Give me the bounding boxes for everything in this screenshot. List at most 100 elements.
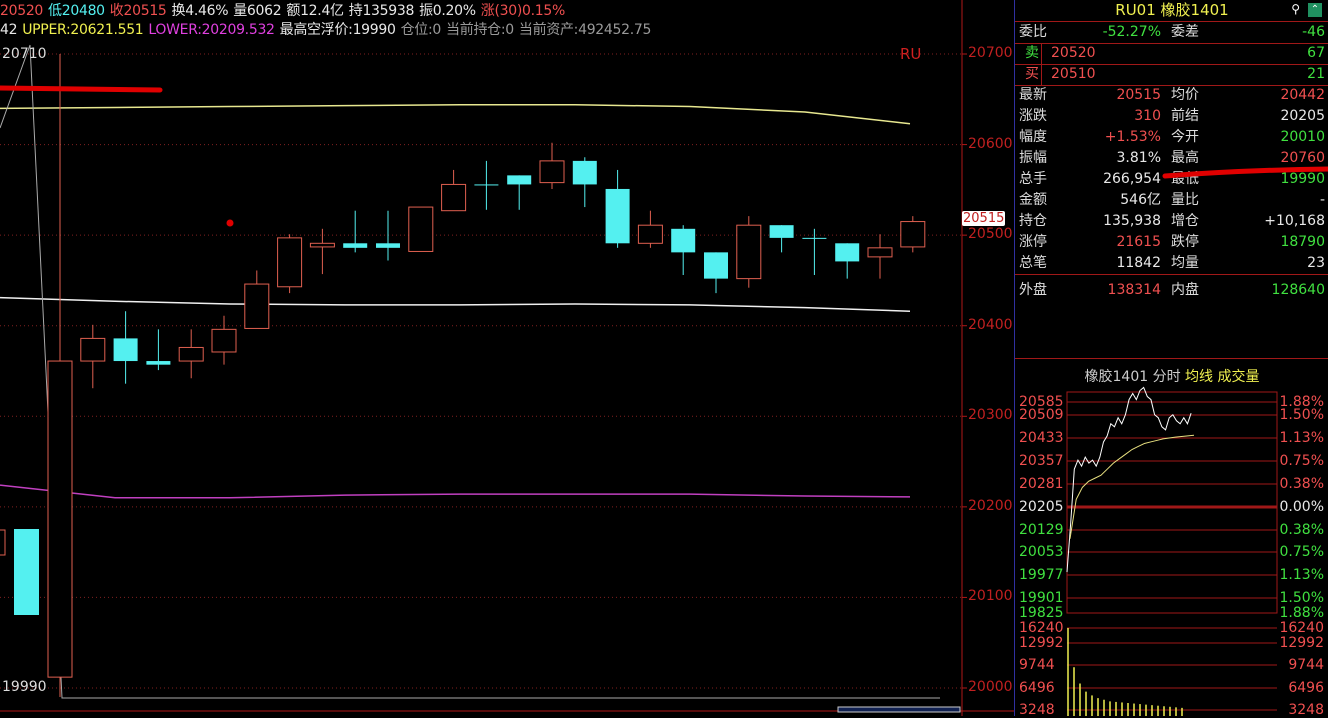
header-field: 42 bbox=[0, 22, 18, 38]
collapse-icon[interactable]: ⌃ bbox=[1308, 3, 1322, 17]
price-label: 20433 bbox=[1019, 430, 1064, 446]
pct-label: 1.13% bbox=[1279, 567, 1324, 583]
quote-label: 委比 bbox=[1019, 24, 1047, 40]
last-price-tag: 20515 bbox=[962, 211, 1006, 226]
header-line-2: 42 UPPER:20621.551 LOWER:20209.532 最高空浮价:19… bbox=[0, 19, 656, 39]
volume-label: 3248 bbox=[1288, 702, 1324, 718]
intraday-title: 橡胶1401 分时 均线 成交量 bbox=[1015, 366, 1328, 386]
quote-label: 总手 bbox=[1019, 171, 1047, 187]
quote-row: 金额 546亿 量比 - bbox=[1015, 190, 1328, 211]
volume-label: 6496 bbox=[1019, 680, 1055, 696]
candle bbox=[637, 210, 663, 248]
quote-value: +10,168 bbox=[1264, 213, 1325, 229]
quote-value: 20760 bbox=[1280, 150, 1325, 166]
candle-body bbox=[309, 242, 335, 248]
quote-value: +1.53% bbox=[1104, 129, 1161, 145]
y-tick-label: 20200 bbox=[968, 497, 1013, 514]
candle-body bbox=[507, 175, 532, 185]
candle bbox=[343, 210, 368, 253]
quote-row: 委比 -52.27% 委差 -46 bbox=[1015, 22, 1328, 43]
candle bbox=[769, 225, 794, 253]
signal-dot bbox=[226, 219, 234, 227]
candle-body bbox=[343, 243, 368, 248]
candle-body bbox=[539, 160, 565, 184]
quote-label: 前结 bbox=[1171, 108, 1199, 124]
price-label: 20357 bbox=[1019, 453, 1064, 469]
candle-body bbox=[113, 338, 138, 362]
quote-value: 20010 bbox=[1280, 129, 1325, 145]
header-field: 当前持仓:0 bbox=[446, 22, 514, 38]
quote-value: 20510 bbox=[1051, 66, 1096, 82]
quote-value: 23 bbox=[1307, 255, 1325, 271]
scrollbar[interactable] bbox=[837, 706, 961, 713]
pct-label: 1.50% bbox=[1279, 407, 1324, 423]
candle-body bbox=[146, 361, 171, 365]
price-label: 20205 bbox=[1019, 499, 1064, 515]
divider bbox=[1015, 43, 1328, 44]
candle bbox=[178, 329, 204, 379]
price-frame bbox=[1066, 391, 1278, 614]
header-field: 换4.46% bbox=[171, 3, 229, 19]
header-line-1: 20520 低20480 收20515 换4.46% 量6062 额12.4亿 持13593… bbox=[0, 0, 570, 20]
quote-label: 持仓 bbox=[1019, 213, 1047, 229]
candle bbox=[277, 234, 303, 294]
divider bbox=[1015, 85, 1328, 86]
candle bbox=[309, 228, 335, 275]
volume-label: 6496 bbox=[1288, 680, 1324, 696]
volume-label: 12992 bbox=[1019, 635, 1064, 651]
volume-label: 9744 bbox=[1019, 657, 1055, 673]
quote-value: 20520 bbox=[1051, 45, 1096, 61]
candle bbox=[900, 216, 926, 253]
price-label: 20509 bbox=[1019, 407, 1064, 423]
quote-label: 今开 bbox=[1171, 129, 1199, 145]
candle-body bbox=[835, 243, 860, 262]
kline-chart[interactable] bbox=[0, 0, 1014, 716]
pct-label: 0.75% bbox=[1279, 453, 1324, 469]
candle bbox=[507, 175, 532, 210]
y-tick-label: 20000 bbox=[968, 679, 1013, 695]
divider bbox=[1015, 274, 1328, 275]
divider bbox=[1041, 43, 1042, 85]
header-field: 仓位:0 bbox=[400, 22, 442, 38]
candle-body bbox=[769, 225, 794, 238]
quote-row: 持仓 135,938 增仓 +10,168 bbox=[1015, 211, 1328, 232]
bollinger-mid-line bbox=[0, 296, 911, 312]
quote-row: 最新 20515 均价 20442 bbox=[1015, 85, 1328, 106]
quote-label: 增仓 bbox=[1171, 213, 1199, 229]
divider bbox=[1015, 64, 1328, 65]
low-mark-label: 19990 bbox=[2, 679, 47, 695]
pct-label: 1.13% bbox=[1279, 430, 1324, 446]
candle-body bbox=[900, 221, 926, 248]
price-line bbox=[1066, 386, 1192, 573]
quote-value: 18790 bbox=[1280, 234, 1325, 250]
price-label: 19901 bbox=[1019, 590, 1064, 606]
quote-label: 量比 bbox=[1171, 192, 1199, 208]
pct-label: 1.50% bbox=[1279, 590, 1324, 606]
header-field: 最高空浮价:19990 bbox=[279, 22, 396, 38]
candle bbox=[736, 216, 762, 288]
quote-label: 总笔 bbox=[1019, 255, 1047, 271]
quote-title: RU01 橡胶1401 bbox=[1115, 1, 1229, 19]
candle bbox=[671, 225, 696, 276]
pin-icon[interactable]: ⚲ bbox=[1291, 2, 1300, 16]
divider bbox=[1015, 358, 1328, 359]
price-label: 20281 bbox=[1019, 476, 1064, 492]
quote-row: 外盘 138314 内盘 128640 bbox=[1015, 280, 1328, 301]
quote-label: 外盘 bbox=[1019, 282, 1047, 298]
header-field: 低20480 bbox=[48, 3, 105, 19]
candle bbox=[146, 329, 171, 371]
candle bbox=[572, 157, 597, 208]
quote-panel: RU01 橡胶1401 ⚲ ⌃ 委比 -52.27% 委差 -46 卖 20520 67 买 2… bbox=[1014, 0, 1328, 718]
header-field: 振0.20% bbox=[419, 3, 476, 19]
quote-label: 振幅 bbox=[1019, 150, 1047, 166]
candle-body bbox=[178, 346, 204, 362]
quote-label: 跌停 bbox=[1171, 234, 1199, 250]
candle-body bbox=[704, 252, 728, 279]
quote-value: 546亿 bbox=[1120, 192, 1161, 208]
quote-label: 涨停 bbox=[1019, 234, 1047, 250]
price-label: 19825 bbox=[1019, 605, 1064, 621]
quote-label: 最高 bbox=[1171, 150, 1199, 166]
bollinger-lower-line bbox=[0, 484, 911, 499]
quote-value: 310 bbox=[1134, 108, 1161, 124]
pct-label: 0.75% bbox=[1279, 544, 1324, 560]
